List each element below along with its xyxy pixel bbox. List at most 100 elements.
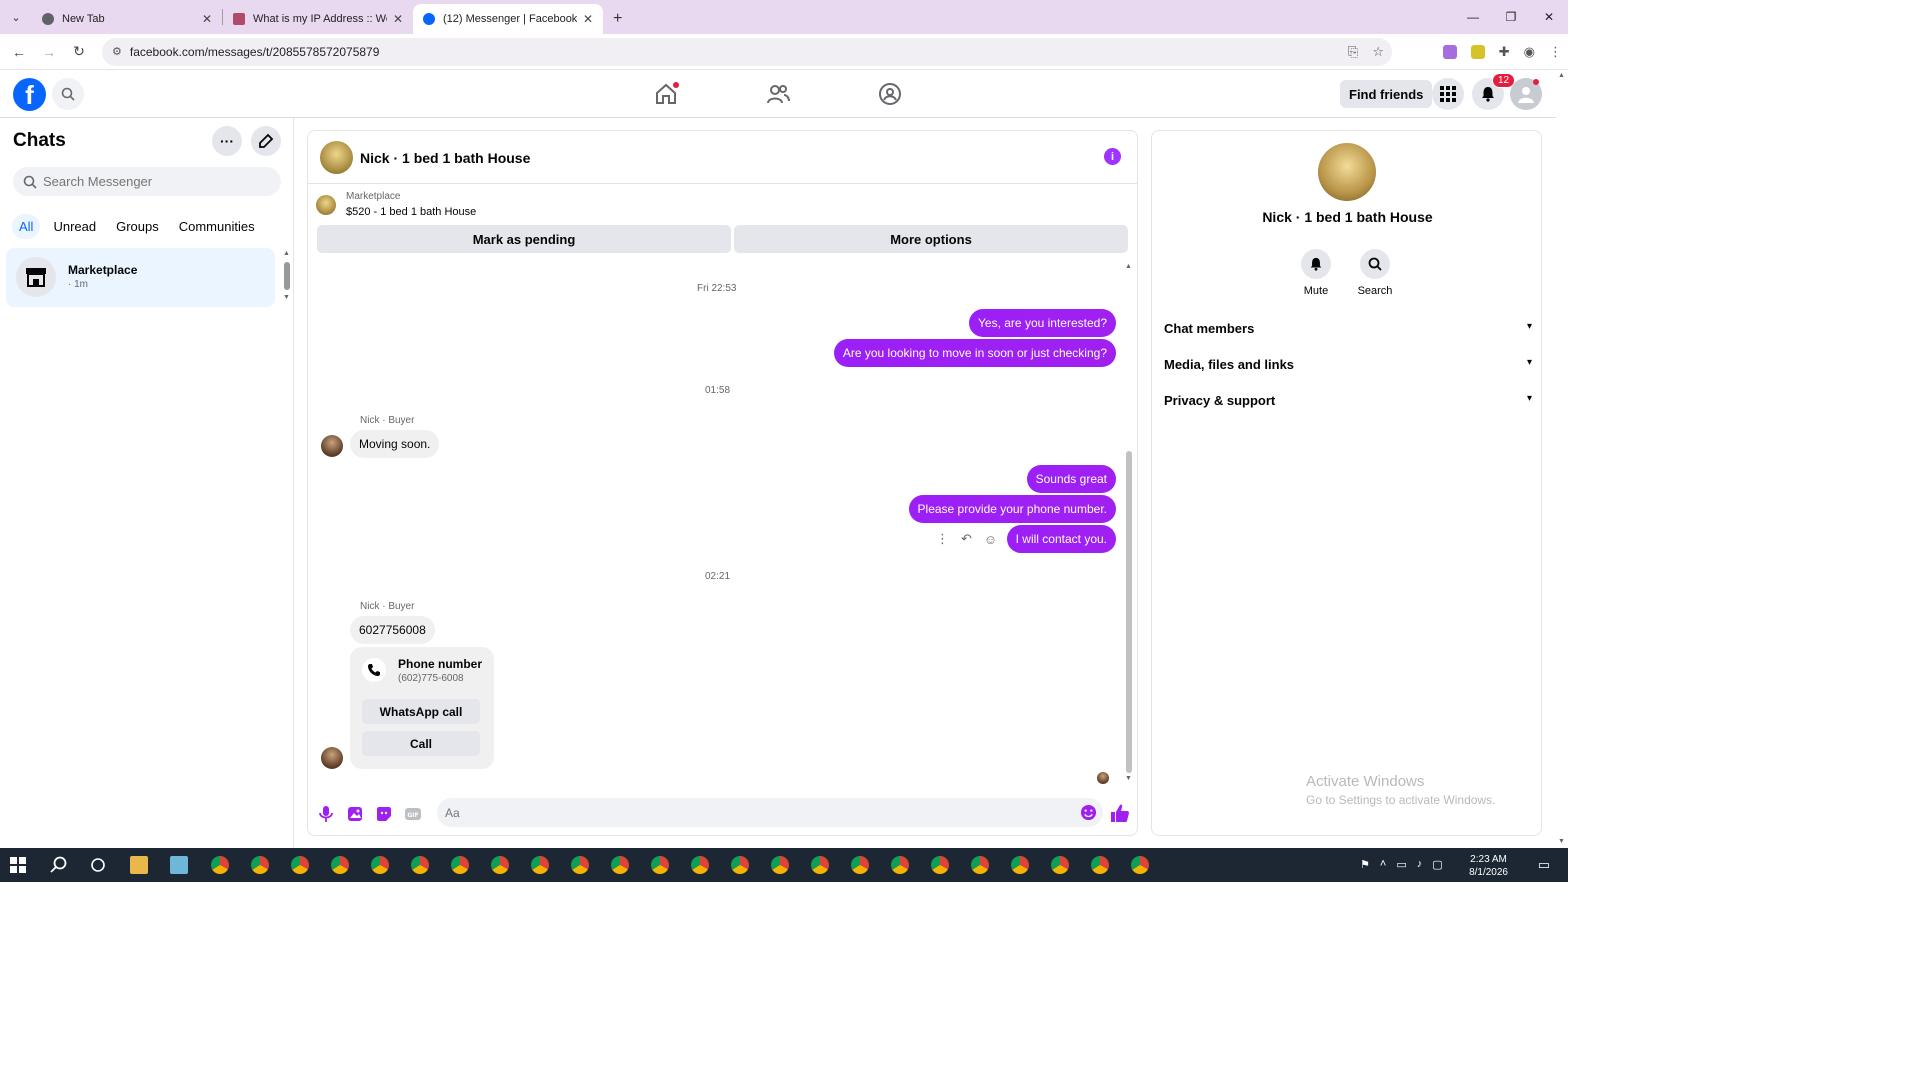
bookmark-star-icon[interactable]: ☆: [1372, 44, 1384, 60]
section-privacy-support[interactable]: Privacy & support ▾: [1164, 393, 1532, 408]
chrome-icon[interactable]: [651, 856, 669, 874]
forward-arrow-icon[interactable]: →: [34, 44, 64, 60]
filter-all[interactable]: All: [12, 214, 41, 239]
volume-icon[interactable]: ♪: [1417, 858, 1423, 871]
call-button[interactable]: Call: [362, 731, 480, 756]
minimize-icon[interactable]: —: [1454, 0, 1492, 34]
chats-options-button[interactable]: ···: [212, 126, 242, 156]
react-emoji-icon[interactable]: ☺: [984, 532, 997, 547]
chrome-icon[interactable]: [771, 856, 789, 874]
chrome-icon[interactable]: [811, 856, 829, 874]
chrome-icon[interactable]: [1011, 856, 1029, 874]
chrome-icon-active[interactable]: [491, 856, 509, 874]
scroll-up-arrow-icon[interactable]: ▲: [1558, 72, 1565, 79]
find-friends-button[interactable]: Find friends: [1340, 80, 1433, 108]
chat-item-marketplace[interactable]: Marketplace · 1m: [6, 248, 275, 307]
whatsapp-call-button[interactable]: WhatsApp call: [362, 699, 480, 724]
site-info-icon[interactable]: ⚙: [112, 45, 122, 58]
mute-button[interactable]: Mute: [1286, 249, 1346, 297]
chrome-icon[interactable]: [1091, 856, 1109, 874]
chrome-icon[interactable]: [331, 856, 349, 874]
conversation-scrollbar[interactable]: ▲ ▼: [1125, 263, 1133, 785]
friends-icon[interactable]: [766, 82, 790, 106]
network-icon[interactable]: ▭: [1396, 858, 1406, 871]
close-tab-icon[interactable]: ✕: [583, 12, 593, 26]
conversation-avatar[interactable]: [320, 141, 353, 174]
chrome-icon[interactable]: [891, 856, 909, 874]
chrome-icon[interactable]: [971, 856, 989, 874]
menu-grid-button[interactable]: [1432, 78, 1464, 110]
chrome-icon[interactable]: [211, 856, 229, 874]
chrome-icon[interactable]: [1051, 856, 1069, 874]
message-input-field[interactable]: [437, 798, 1103, 827]
section-media-files-links[interactable]: Media, files and links ▾: [1164, 357, 1532, 372]
thumbs-up-icon[interactable]: [1110, 803, 1130, 823]
extension-icon[interactable]: [1442, 44, 1457, 59]
profile-icon[interactable]: ◉: [1524, 44, 1535, 60]
windows-start-icon[interactable]: [10, 857, 26, 873]
scroll-down-arrow-icon[interactable]: ▼: [1125, 775, 1132, 782]
chrome-icon[interactable]: [851, 856, 869, 874]
page-scrollbar[interactable]: ▲ ▼: [1556, 70, 1568, 848]
clock[interactable]: 2:23 AM 8/1/2026: [1469, 855, 1508, 878]
chrome-icon[interactable]: [571, 856, 589, 874]
incoming-message[interactable]: Moving soon.: [350, 430, 440, 458]
scrollbar-thumb[interactable]: [1126, 451, 1132, 773]
close-window-icon[interactable]: ✕: [1530, 0, 1568, 34]
chrome-icon[interactable]: [691, 856, 709, 874]
outgoing-message[interactable]: I will contact you.: [1006, 525, 1116, 553]
scroll-down-arrow-icon[interactable]: ▼: [283, 294, 290, 301]
tab-search-chevron-icon[interactable]: ⌄: [0, 0, 32, 34]
chrome-icon[interactable]: [251, 856, 269, 874]
chevron-up-icon[interactable]: ˄: [1380, 858, 1386, 871]
chrome-icon[interactable]: [611, 856, 629, 874]
search-in-conversation-button[interactable]: Search: [1345, 249, 1405, 297]
browser-tab-messenger[interactable]: (12) Messenger | Facebook ✕: [413, 4, 603, 34]
filter-groups[interactable]: Groups: [109, 214, 166, 239]
app-icon[interactable]: [170, 856, 188, 874]
display-icon[interactable]: ▢: [1432, 858, 1442, 871]
chrome-icon[interactable]: [291, 856, 309, 874]
chrome-icon[interactable]: [931, 856, 949, 874]
message-input[interactable]: [445, 805, 1045, 820]
new-message-button[interactable]: [251, 126, 281, 156]
emoji-icon[interactable]: [1080, 804, 1097, 821]
search-icon[interactable]: [50, 856, 68, 874]
search-messenger-field[interactable]: [13, 167, 281, 196]
chrome-icon[interactable]: [531, 856, 549, 874]
back-arrow-icon[interactable]: ←: [4, 44, 34, 60]
outgoing-message[interactable]: Please provide your phone number.: [908, 495, 1116, 523]
section-chat-members[interactable]: Chat members ▾: [1164, 321, 1532, 336]
mark-as-pending-button[interactable]: Mark as pending: [317, 225, 731, 253]
chrome-icon[interactable]: [411, 856, 429, 874]
extension-icon[interactable]: [1470, 44, 1485, 59]
notifications-center-icon[interactable]: ▭: [1538, 857, 1550, 873]
puzzle-extensions-icon[interactable]: ✚: [1499, 44, 1510, 60]
scroll-up-arrow-icon[interactable]: ▲: [1125, 263, 1132, 270]
restore-icon[interactable]: ❐: [1492, 0, 1530, 34]
chrome-icon[interactable]: [1131, 856, 1149, 874]
sender-avatar[interactable]: [321, 435, 343, 457]
sender-avatar[interactable]: [321, 747, 343, 769]
search-messenger-input[interactable]: [43, 174, 263, 189]
gif-icon[interactable]: GIF: [404, 805, 422, 823]
chrome-icon[interactable]: [371, 856, 389, 874]
conversation-title[interactable]: Nick · 1 bed 1 bath House: [360, 150, 530, 166]
close-tab-icon[interactable]: ✕: [393, 12, 403, 26]
more-vertical-icon[interactable]: ⋮: [936, 531, 949, 547]
reply-icon[interactable]: ↶: [961, 531, 972, 547]
scroll-down-arrow-icon[interactable]: ▼: [1558, 838, 1565, 845]
photo-icon[interactable]: [346, 805, 364, 823]
contact-avatar[interactable]: [1318, 143, 1376, 201]
chat-list-scrollbar[interactable]: ▲ ▼: [283, 250, 290, 302]
outgoing-message[interactable]: Are you looking to move in soon or just …: [833, 339, 1116, 367]
new-tab-button[interactable]: +: [603, 4, 632, 34]
chrome-icon[interactable]: [731, 856, 749, 874]
outgoing-message[interactable]: Yes, are you interested?: [969, 309, 1116, 337]
filter-communities[interactable]: Communities: [172, 214, 262, 239]
sticker-icon[interactable]: [375, 805, 393, 823]
more-options-button[interactable]: More options: [734, 225, 1128, 253]
incoming-message[interactable]: 6027756008: [350, 616, 435, 644]
outgoing-message[interactable]: Sounds great: [1026, 465, 1116, 493]
install-app-icon[interactable]: ⎘: [1348, 44, 1358, 60]
